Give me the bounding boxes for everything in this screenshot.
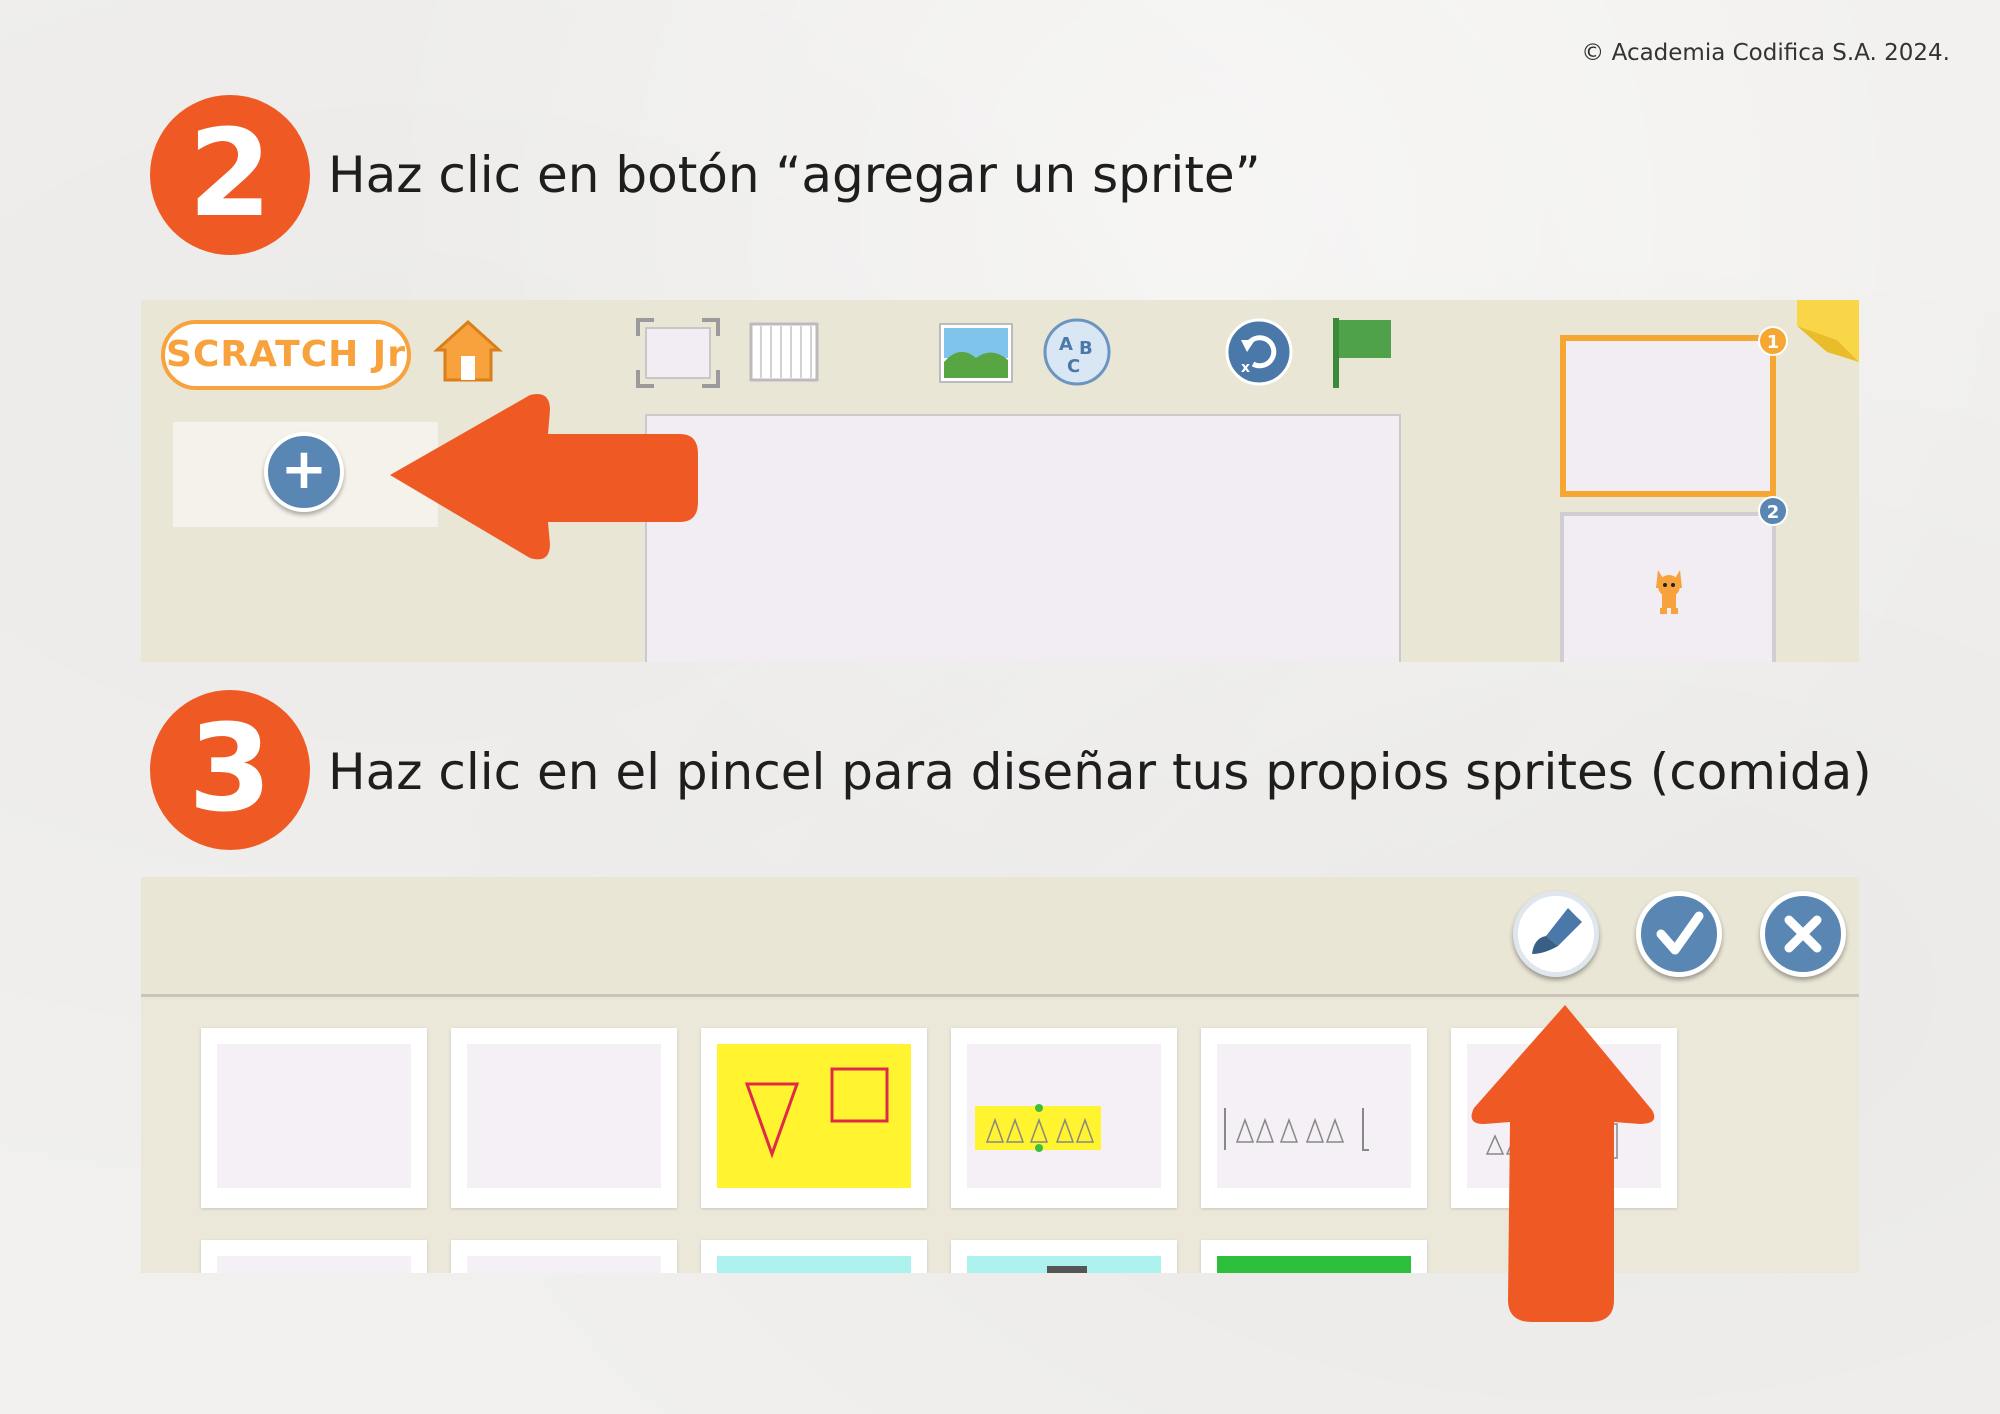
confirm-button[interactable]	[1636, 891, 1722, 977]
sprite-card[interactable]	[701, 1028, 927, 1208]
svg-text:B: B	[1079, 338, 1093, 359]
sprite-card[interactable]	[451, 1028, 677, 1208]
page-number-badge-2: 2	[1758, 496, 1788, 526]
page-number-badge-1: 1	[1758, 326, 1788, 356]
stage-area[interactable]	[645, 414, 1401, 662]
svg-text:C: C	[1067, 356, 1080, 377]
step-2-badge: 2	[150, 95, 310, 255]
fullscreen-icon[interactable]	[636, 318, 720, 388]
sprite-card[interactable]	[1201, 1240, 1427, 1273]
paint-editor-button[interactable]	[1513, 891, 1599, 977]
page-thumbnail-1[interactable]	[1560, 335, 1776, 497]
step-3-instruction: Haz clic en el pincel para diseñar tus p…	[328, 743, 1872, 801]
green-flag-icon[interactable]	[1327, 314, 1397, 390]
copyright-text: © Academia Codifica S.A. 2024.	[1581, 40, 1950, 66]
sprite-card[interactable]	[201, 1028, 427, 1208]
arrow-left-icon	[390, 394, 698, 560]
step-2-instruction: Haz clic en botón “agregar un sprite”	[328, 146, 1261, 204]
checkmark-icon	[1656, 911, 1704, 955]
sprite-card[interactable]	[201, 1240, 427, 1273]
grid-icon[interactable]	[749, 322, 819, 382]
pattern-sprite-icon	[975, 1104, 1101, 1152]
close-icon	[1784, 915, 1822, 953]
library-toolbar	[141, 877, 1859, 997]
plus-icon: +	[280, 437, 328, 502]
pattern-outline-sprite-icon	[1224, 1108, 1369, 1151]
svg-text:A: A	[1059, 334, 1073, 355]
home-icon[interactable]	[433, 316, 503, 386]
sprite-card[interactable]	[451, 1240, 677, 1273]
sprite-card[interactable]	[1201, 1028, 1427, 1208]
sprite-card[interactable]	[951, 1240, 1177, 1273]
add-sprite-button[interactable]: +	[264, 432, 344, 512]
sprite-card[interactable]	[701, 1240, 927, 1273]
paintbrush-icon	[1520, 898, 1592, 970]
shapes-sprite-icon	[744, 1067, 889, 1159]
text-abc-icon[interactable]: A B C	[1041, 316, 1113, 388]
background-icon[interactable]	[938, 322, 1014, 384]
page-corner-icon	[1797, 300, 1859, 362]
scratchjr-logo: SCRATCH Jr	[161, 320, 411, 390]
sprite-card[interactable]	[951, 1028, 1177, 1208]
reset-icon[interactable]: x	[1223, 316, 1295, 388]
arrow-up-icon	[1471, 1005, 1655, 1322]
step-3-badge: 3	[150, 690, 310, 850]
page-thumbnail-2[interactable]	[1560, 512, 1776, 662]
cat-sprite-icon	[1656, 570, 1682, 614]
close-button[interactable]	[1760, 891, 1846, 977]
svg-text:x: x	[1241, 360, 1250, 376]
